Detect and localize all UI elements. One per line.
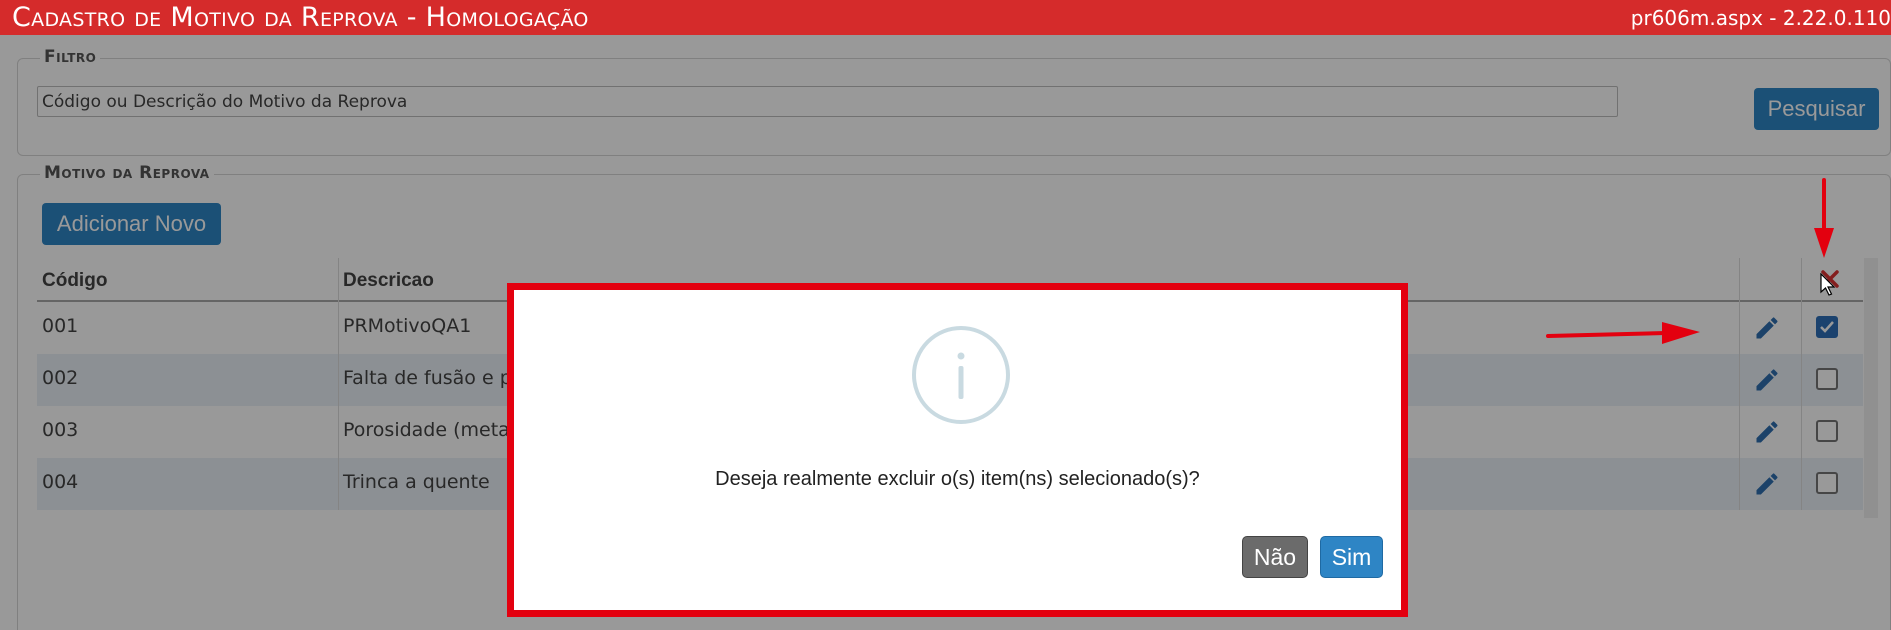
right-arrow-annotation [1546, 322, 1700, 344]
info-icon [912, 326, 1010, 424]
title-bar: Cadastro de Motivo da Reprova - Homologa… [0, 0, 1891, 35]
down-arrow-annotation [1814, 178, 1834, 258]
cursor-icon [1820, 273, 1836, 296]
page-title: Cadastro de Motivo da Reprova - Homologa… [12, 2, 589, 33]
no-button[interactable]: Não [1242, 536, 1308, 578]
yes-button[interactable]: Sim [1320, 536, 1383, 578]
confirm-dialog: Deseja realmente excluir o(s) item(ns) s… [507, 283, 1408, 617]
page-version: pr606m.aspx - 2.22.0.110 [1630, 6, 1891, 30]
dialog-message: Deseja realmente excluir o(s) item(ns) s… [715, 468, 1200, 490]
